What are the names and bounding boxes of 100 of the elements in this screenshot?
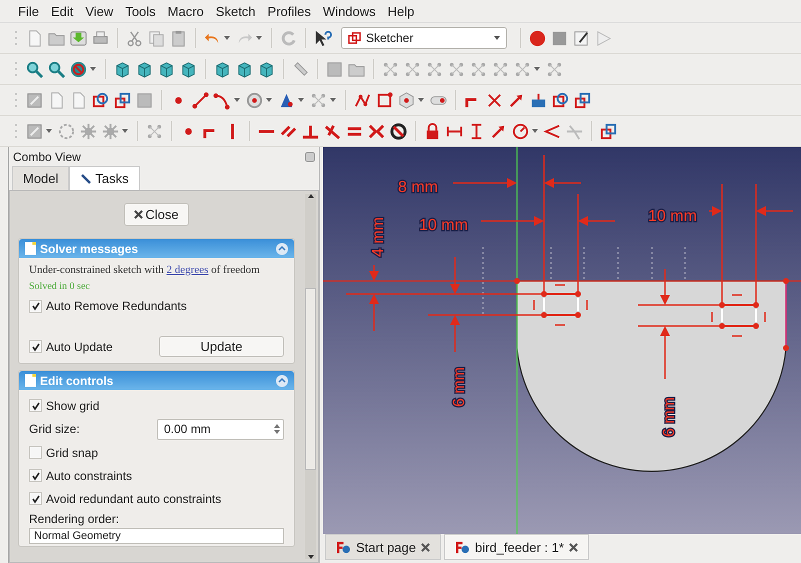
squares-icon[interactable] xyxy=(599,122,618,140)
spin-arrows-icon[interactable] xyxy=(274,423,280,435)
section-title: Edit controls xyxy=(40,374,114,388)
radius-icon[interactable] xyxy=(511,122,530,140)
checkbox[interactable] xyxy=(29,446,42,459)
checkbox-label: Avoid redundant auto constraints xyxy=(46,492,222,506)
caret-icon[interactable] xyxy=(266,98,272,102)
box-icon[interactable] xyxy=(135,90,154,110)
up-arrow-icon[interactable] xyxy=(308,194,314,198)
right-slot[interactable] xyxy=(719,302,759,329)
app-logo-icon xyxy=(455,540,470,554)
overlap-icon[interactable] xyxy=(91,90,110,110)
menu-item[interactable]: Profiles xyxy=(262,4,317,18)
menu-item[interactable]: Macro xyxy=(162,4,210,18)
checkbox[interactable] xyxy=(29,492,42,505)
caret-icon[interactable] xyxy=(122,129,128,133)
caret-icon[interactable] xyxy=(46,129,52,133)
checkbox[interactable] xyxy=(29,300,42,312)
checkbox[interactable] xyxy=(29,469,42,482)
solver-message: Under-constrained sketch with 2 degrees of freedom xyxy=(29,264,261,276)
help-pointer-icon[interactable] xyxy=(313,28,332,48)
down-arrow-icon[interactable] xyxy=(308,555,314,559)
forbidden-icon[interactable] xyxy=(389,122,408,140)
overlap-icon[interactable] xyxy=(551,90,570,110)
zoom-icon[interactable] xyxy=(47,60,66,78)
close-icon[interactable] xyxy=(568,542,578,552)
arc-icon[interactable] xyxy=(213,90,232,110)
grid-size-field[interactable]: 0.00 mm xyxy=(157,418,284,440)
line-icon[interactable] xyxy=(191,90,210,110)
close-icon[interactable] xyxy=(421,542,430,552)
notepad-icon[interactable] xyxy=(572,28,591,48)
dropdown-value: Sketcher xyxy=(366,31,414,45)
checkbox[interactable] xyxy=(29,340,42,353)
field-label: Grid size: xyxy=(29,422,80,436)
menu-item[interactable]: Help xyxy=(382,4,420,18)
sketch-profile[interactable] xyxy=(516,280,787,472)
panel-tab[interactable]: Tasks xyxy=(69,166,140,190)
caret-icon[interactable] xyxy=(256,36,262,40)
checkbox-label: Grid snap xyxy=(46,446,98,460)
grip-icon[interactable] xyxy=(14,90,18,110)
caret-icon[interactable] xyxy=(418,98,424,102)
record-icon[interactable] xyxy=(528,28,547,48)
panel-tab[interactable]: Model xyxy=(12,166,70,190)
close-icon xyxy=(134,210,144,219)
no-entry-icon[interactable] xyxy=(69,60,88,78)
document-tab[interactable]: bird_feeder : 1* xyxy=(444,534,589,560)
caret-icon[interactable] xyxy=(298,98,304,102)
collapse-icon[interactable] xyxy=(276,242,288,254)
ruler-icon[interactable] xyxy=(291,60,310,78)
hexagon-icon[interactable] xyxy=(397,90,416,110)
caret-icon[interactable] xyxy=(90,67,96,71)
menu-item[interactable]: Windows xyxy=(316,4,382,18)
grip-icon[interactable] xyxy=(14,28,18,48)
menu-item[interactable]: View xyxy=(79,4,120,18)
menu-item[interactable]: File xyxy=(12,4,45,18)
caret-icon[interactable] xyxy=(534,67,540,71)
box-icon[interactable] xyxy=(325,60,344,78)
vertex-point[interactable] xyxy=(783,345,789,351)
caret-icon xyxy=(494,36,500,40)
panel-title: Combo View xyxy=(13,150,81,164)
vertex-point[interactable] xyxy=(514,278,520,284)
scrollbar-thumb[interactable] xyxy=(305,288,316,470)
note-icon xyxy=(25,374,36,387)
workbench-dropdown[interactable]: Sketcher xyxy=(341,27,507,49)
degrees-link[interactable]: 2 degrees xyxy=(166,264,208,276)
vertex-point[interactable] xyxy=(783,278,789,284)
scissors-icon[interactable] xyxy=(125,28,144,48)
caret-icon[interactable] xyxy=(234,98,240,102)
checkbox-label: Auto Update xyxy=(46,340,113,354)
left-slot[interactable] xyxy=(541,291,581,318)
menu-item[interactable]: Sketch xyxy=(210,4,262,18)
wrench-icon xyxy=(80,172,92,184)
scrollbar[interactable] xyxy=(305,194,316,559)
grip-icon[interactable] xyxy=(14,59,18,79)
squares-icon[interactable] xyxy=(113,90,132,110)
right-edge-line xyxy=(785,281,787,348)
caret-icon[interactable] xyxy=(224,36,230,40)
checkbox-label: Auto Remove Redundants xyxy=(46,299,187,313)
circle-icon[interactable] xyxy=(245,90,264,110)
squares-icon[interactable] xyxy=(573,90,592,110)
caret-icon[interactable] xyxy=(532,129,538,133)
section-title: Solver messages xyxy=(40,242,140,256)
field-label: Rendering order: xyxy=(29,511,120,528)
menu-item[interactable]: Tools xyxy=(119,4,162,18)
caret-icon[interactable] xyxy=(330,98,336,102)
document-tab[interactable]: Start page xyxy=(325,534,441,560)
save-icon[interactable] xyxy=(69,28,88,48)
note-icon xyxy=(25,242,36,255)
close-button[interactable]: Close xyxy=(124,203,189,226)
checkbox[interactable] xyxy=(29,399,42,412)
checkbox-label: Show grid xyxy=(46,398,100,412)
square-icon[interactable] xyxy=(375,90,394,110)
update-button[interactable]: Update xyxy=(159,336,284,357)
grip-icon[interactable] xyxy=(14,121,18,141)
undock-icon[interactable] xyxy=(305,152,315,162)
solver-status: Solved in 0 sec xyxy=(29,281,91,292)
menu-item[interactable]: Edit xyxy=(44,4,80,18)
collapse-icon[interactable] xyxy=(276,374,288,386)
zoom-icon[interactable] xyxy=(25,60,44,78)
rendering-order-list[interactable]: Normal Geometry xyxy=(29,528,284,544)
